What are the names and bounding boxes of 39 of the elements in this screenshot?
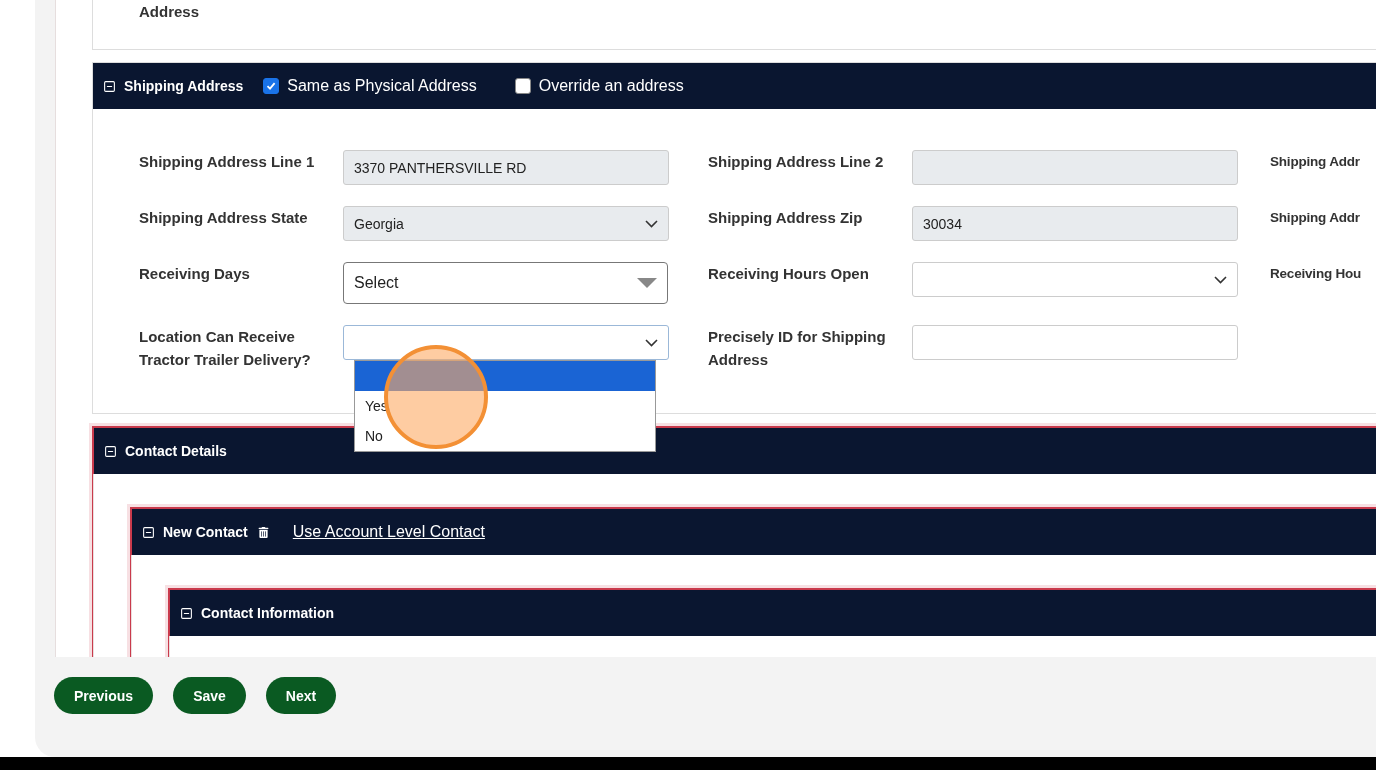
trash-icon[interactable]	[257, 526, 269, 538]
select-field[interactable]: Select	[343, 262, 668, 304]
field-label: Receiving Days	[139, 264, 251, 284]
select-field[interactable]	[912, 262, 1238, 297]
field-label: Shipping Address Line 2	[708, 152, 885, 172]
chevron-down-icon	[1214, 275, 1227, 284]
field-label: Address	[139, 3, 200, 20]
section-title: Contact Information	[201, 605, 334, 621]
checkbox-label: Same as Physical Address	[287, 77, 477, 95]
triangle-icon	[637, 278, 657, 288]
account-contact-link[interactable]: Use Account Level Contact	[292, 523, 485, 541]
field-label: Shipping Address Zip	[708, 208, 864, 228]
field-label: Precisely ID for Shipping Address	[708, 327, 887, 370]
section-title: Shipping Address	[124, 78, 244, 94]
chevron-down-icon	[645, 338, 658, 347]
checkbox[interactable]	[263, 78, 280, 94]
section-title: Contact Details	[125, 443, 227, 459]
input-field[interactable]	[912, 325, 1238, 360]
checkbox-label: Override an address	[538, 77, 684, 95]
collapse-icon[interactable]	[142, 525, 155, 539]
field-label: Shipping Address Line 1	[139, 152, 316, 172]
field-label: Location Can Receive Tractor Trailer Delivery?	[139, 327, 312, 370]
field-label: Receiving Hou	[1270, 265, 1363, 283]
nav-button[interactable]: Next	[265, 677, 337, 714]
nav-button[interactable]: Previous	[54, 677, 154, 714]
field-label: Shipping Addr	[1270, 209, 1361, 227]
field-label: Shipping Addr	[1270, 153, 1361, 171]
field-label: Shipping Address State	[139, 208, 309, 228]
collapse-icon[interactable]	[180, 606, 193, 620]
collapse-icon[interactable]	[104, 444, 117, 458]
field-label: Receiving Hours Open	[708, 264, 870, 284]
select-field[interactable]	[343, 325, 669, 360]
collapse-icon[interactable]	[103, 79, 116, 93]
nav-button[interactable]: Save	[173, 677, 246, 714]
section-title: New Contact	[163, 524, 248, 540]
chevron-down-icon	[645, 219, 658, 228]
dropdown-option[interactable]: No	[355, 421, 655, 451]
check-icon	[266, 81, 277, 91]
checkbox[interactable]	[514, 78, 531, 94]
